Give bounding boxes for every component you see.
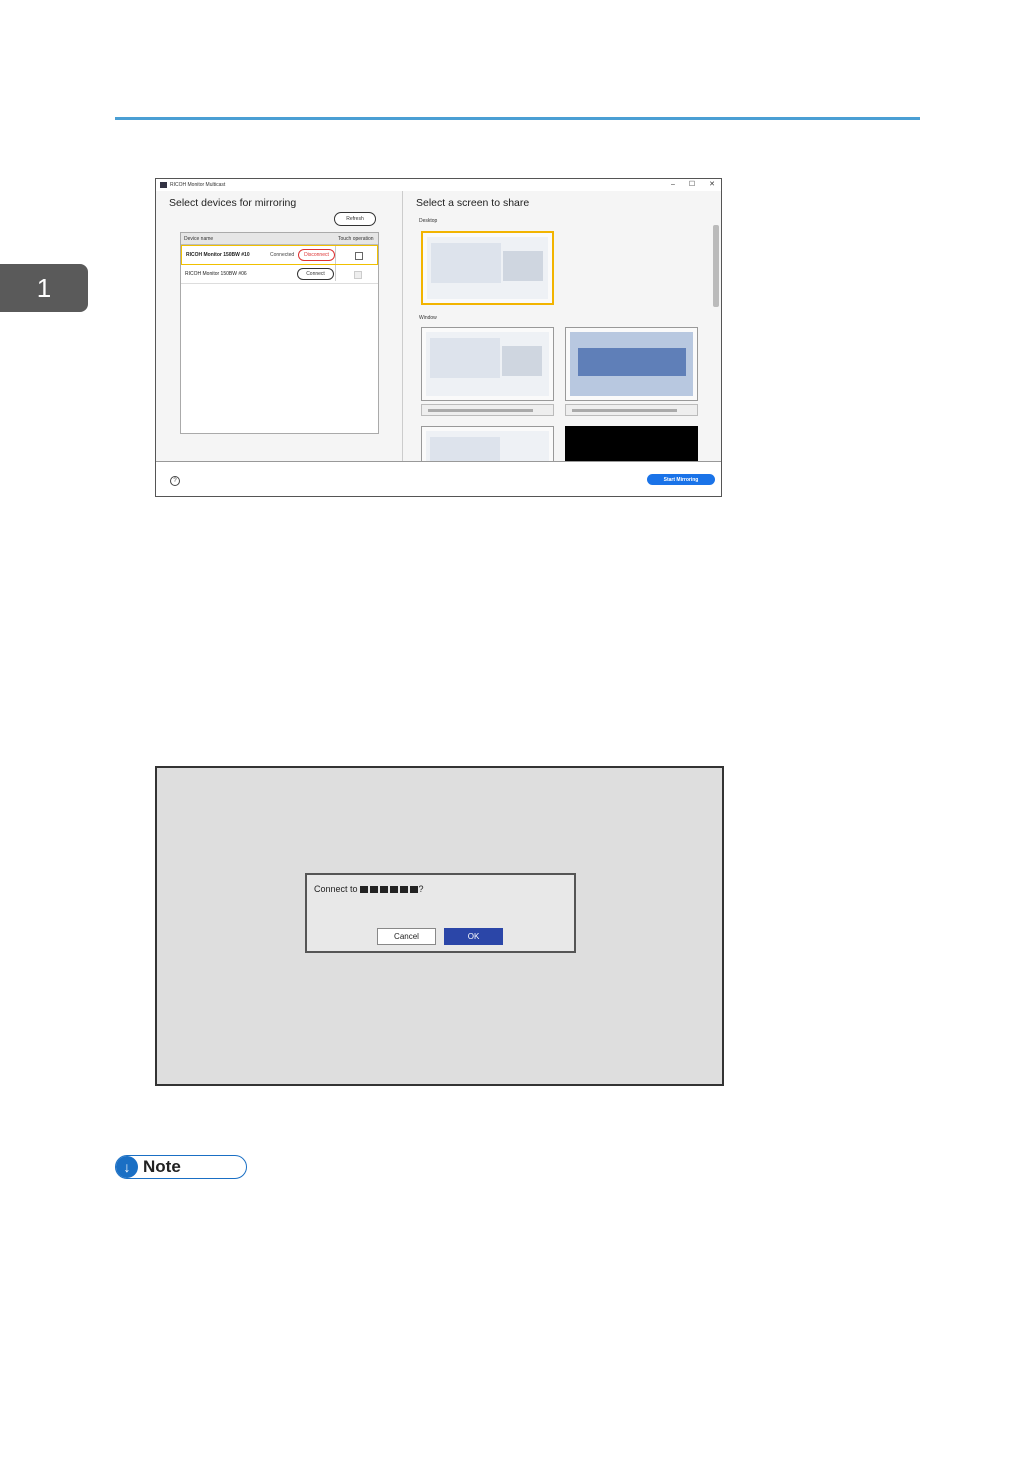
masked-char-icon	[389, 885, 398, 893]
chapter-tab: 1	[0, 264, 88, 312]
device-table: Device name Touch operation RICOH Monito…	[180, 232, 379, 434]
window-thumbnail[interactable]	[565, 426, 698, 466]
column-touch-operation: Touch operation	[338, 236, 374, 242]
device-status: Connected	[270, 252, 295, 258]
app-icon	[160, 182, 167, 188]
touch-operation-checkbox	[354, 271, 362, 279]
scrollbar[interactable]	[713, 225, 719, 307]
connect-message-prefix: Connect to	[314, 884, 358, 894]
mirroring-app-window: RICOH Monitor Multicast – ☐ ✕ Select dev…	[155, 178, 722, 497]
window-title: RICOH Monitor Multicast	[170, 182, 226, 188]
window-thumbnail[interactable]	[421, 426, 554, 466]
screen-pane-title: Select a screen to share	[416, 197, 530, 209]
note-label: Note	[143, 1157, 181, 1176]
touch-operation-checkbox[interactable]	[355, 252, 363, 260]
start-mirroring-button[interactable]: Start Mirroring	[647, 474, 715, 485]
arrow-down-icon: ↓	[116, 1156, 138, 1178]
window-label: Window	[419, 315, 437, 321]
disconnect-button[interactable]: Disconnect	[298, 249, 335, 261]
connect-message: Connect to ?	[314, 884, 424, 894]
connect-message-suffix: ?	[418, 884, 424, 894]
connect-button[interactable]: Connect	[297, 268, 334, 280]
help-icon[interactable]: ?	[170, 476, 180, 486]
window-caption	[421, 404, 554, 416]
screen-pane: Select a screen to share Desktop Window	[403, 191, 721, 466]
chapter-number: 1	[36, 272, 52, 303]
minimize-icon[interactable]: –	[671, 181, 675, 189]
desktop-thumbnail[interactable]	[421, 231, 554, 305]
note-badge: ↓ Note	[115, 1155, 247, 1179]
device-name: RICOH Monitor 150BW #06	[185, 271, 247, 277]
masked-char-icon	[409, 885, 418, 893]
desktop-label: Desktop	[419, 218, 438, 224]
masked-char-icon	[359, 885, 368, 893]
device-pane-title: Select devices for mirroring	[169, 197, 297, 209]
ok-button[interactable]: OK	[444, 928, 503, 945]
maximize-icon[interactable]: ☐	[689, 181, 695, 189]
cancel-button[interactable]: Cancel	[377, 928, 436, 945]
table-row[interactable]: RICOH Monitor 150BW #06 Connect	[181, 265, 378, 284]
window-thumbnail[interactable]	[421, 327, 554, 401]
device-name: RICOH Monitor 150BW #10	[186, 252, 250, 258]
close-icon[interactable]: ✕	[709, 181, 715, 189]
masked-char-icon	[369, 885, 378, 893]
connect-dialog: Connect to ? Cancel OK	[305, 873, 576, 953]
header-rule	[115, 117, 920, 120]
device-screen: Connect to ? Cancel OK	[155, 766, 724, 1086]
table-row[interactable]: RICOH Monitor 150BW #10 Connected Discon…	[181, 245, 378, 265]
masked-char-icon	[399, 885, 408, 893]
title-bar: RICOH Monitor Multicast – ☐ ✕	[156, 179, 721, 191]
device-table-header: Device name Touch operation	[181, 233, 378, 245]
window-caption	[565, 404, 698, 416]
footer-bar: ? Start Mirroring	[156, 461, 721, 496]
device-pane: Select devices for mirroring Refresh Dev…	[156, 191, 403, 462]
refresh-button[interactable]: Refresh	[334, 212, 376, 226]
column-device-name: Device name	[184, 236, 214, 242]
window-thumbnail[interactable]	[565, 327, 698, 401]
masked-char-icon	[379, 885, 388, 893]
